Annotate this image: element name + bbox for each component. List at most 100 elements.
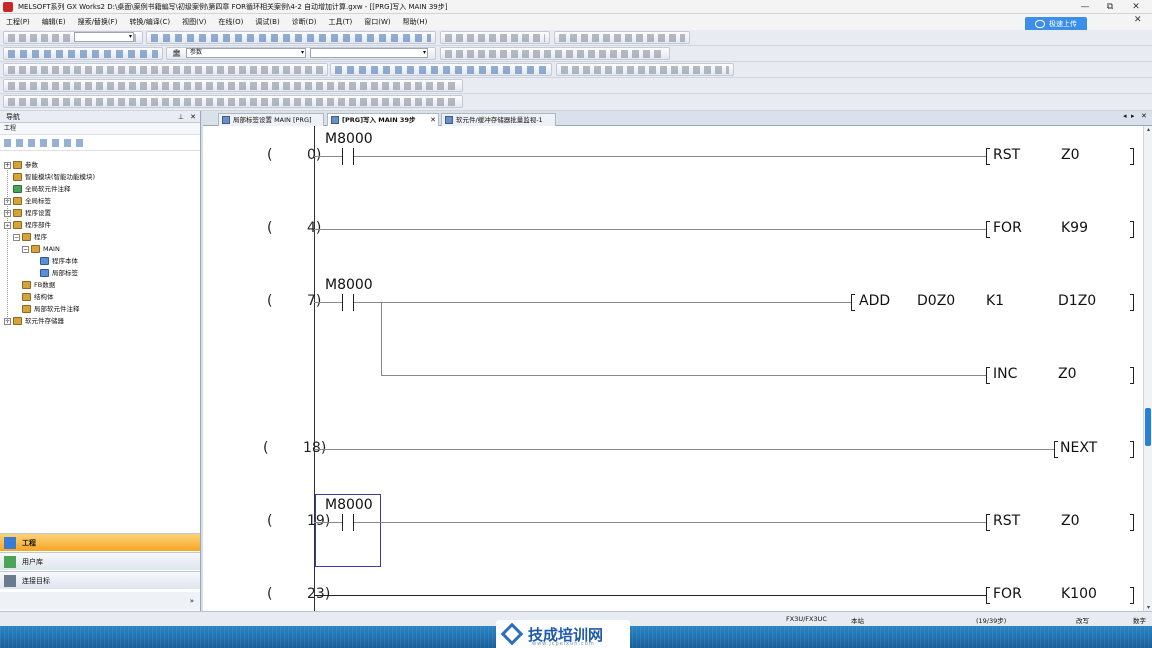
menu-close-icon[interactable]: ✕ — [1134, 15, 1142, 25]
tree-item-label: 程序本体 — [52, 257, 78, 265]
tree-item[interactable]: 结构体 — [13, 291, 54, 303]
step-number: (4) — [267, 220, 322, 236]
folder-icon — [22, 281, 31, 289]
tab-device-batch-monitor[interactable]: 软元件/缓冲存储器批量监视-1 — [441, 113, 556, 126]
folder-icon — [31, 245, 40, 253]
tree-expander-icon[interactable]: − — [13, 233, 20, 241]
tree-item[interactable]: − MAIN — [22, 243, 60, 255]
contact-device-label[interactable]: M8000 — [325, 497, 373, 513]
no-contact[interactable] — [342, 148, 354, 165]
instruction-operand[interactable]: K99 — [1061, 220, 1088, 236]
tree-item[interactable]: + 程序设置 — [4, 207, 51, 219]
menu-help[interactable]: 帮助(H) — [403, 17, 428, 27]
instruction-mnemonic[interactable]: RST — [993, 147, 1020, 163]
toolbar-ladder-symbols[interactable] — [440, 31, 550, 44]
menu-edit[interactable]: 编辑(E) — [42, 17, 66, 27]
toolbar-view[interactable] — [3, 47, 163, 60]
toolbar-sfc[interactable] — [3, 79, 463, 92]
toolbar-monitor[interactable] — [330, 63, 552, 76]
menu-find-replace[interactable]: 搜索/替换(F) — [78, 17, 118, 27]
toolbar-edit[interactable] — [146, 31, 436, 44]
tree-item[interactable]: − 程序 — [13, 231, 47, 243]
tree-item[interactable]: 局部标签 — [31, 267, 78, 279]
instruction-operand[interactable]: K100 — [1061, 586, 1097, 602]
tab-local-label-main[interactable]: 局部标签设置 MAIN [PRG] — [218, 113, 324, 126]
tree-item[interactable]: 智能模块(智能功能模块) — [4, 171, 95, 183]
nav-tab-project[interactable]: 工程 — [0, 533, 200, 551]
menu-tool[interactable]: 工具(T) — [329, 17, 353, 27]
program-icon — [331, 116, 339, 124]
instruction-operand[interactable]: D0Z0 — [917, 293, 955, 309]
toolbar-row-2: 参数 ▾ 🏛 ▾ — [0, 46, 1152, 62]
instruction-mnemonic[interactable]: FOR — [993, 220, 1022, 236]
toolbar-select-3[interactable]: ▾ — [310, 48, 428, 58]
menu-debug[interactable]: 调试(B) — [255, 17, 279, 27]
menu-view[interactable]: 视图(V) — [182, 17, 206, 27]
toolbar-select-1[interactable]: ▾ — [74, 32, 134, 42]
toolbar-instructions[interactable] — [440, 47, 670, 60]
menu-diagnostics[interactable]: 诊断(D) — [292, 17, 317, 27]
tree-item-label: MAIN — [43, 245, 60, 253]
vertical-scrollbar[interactable]: ▴ ▾ — [1143, 126, 1152, 611]
tab-prg-write-main[interactable]: [PRG]写入 MAIN 39步 ✕ — [327, 113, 439, 126]
toolbar-st[interactable] — [3, 95, 463, 108]
minimize-button[interactable]: — — [1072, 0, 1098, 14]
instruction-operand[interactable]: K1 — [986, 293, 1004, 309]
chevron-down-icon: ▾ — [128, 33, 132, 40]
no-contact[interactable] — [342, 514, 354, 531]
instruction-operand[interactable]: Z0 — [1058, 366, 1077, 382]
nav-tab-user-library[interactable]: 用户库 — [0, 552, 200, 570]
tree-expander-icon[interactable]: − — [22, 245, 29, 253]
tree-item-label: 局部标签 — [52, 269, 78, 277]
pin-icon[interactable]: ⊥ — [178, 111, 184, 123]
tree-item[interactable]: 全局软元件注释 — [4, 183, 71, 195]
contact-device-label[interactable]: M8000 — [325, 277, 373, 293]
step-number-value: 23 — [307, 586, 325, 602]
folder-icon — [13, 161, 22, 169]
instruction-operand[interactable]: Z0 — [1061, 513, 1080, 529]
menu-window[interactable]: 窗口(W) — [364, 17, 390, 27]
close-button[interactable]: ✕ — [1123, 0, 1149, 14]
instruction-mnemonic[interactable]: FOR — [993, 586, 1022, 602]
ladder-editor[interactable]: (0) M8000 RST Z0(4) FOR K99(7) M8000 ADD D0Z0 K1 D… — [203, 126, 1143, 611]
maximize-button[interactable]: ⧉ — [1097, 0, 1123, 14]
instruction-operand[interactable]: Z0 — [1061, 147, 1080, 163]
instruction-mnemonic[interactable]: NEXT — [1060, 440, 1097, 456]
rung-line — [314, 449, 1054, 450]
tab-scroll-right-icon[interactable]: ▸ — [1131, 112, 1135, 120]
cloud-upload-button[interactable]: 极速上传 — [1025, 17, 1087, 31]
menu-convert-compile[interactable]: 转换/编译(C) — [129, 17, 170, 27]
navigation-toolbar[interactable] — [0, 135, 200, 151]
toolbar-ladder-edit[interactable] — [3, 63, 328, 76]
menu-project[interactable]: 工程(P) — [6, 17, 30, 27]
tree-guide-line — [7, 165, 8, 321]
nav-more-button[interactable]: » — [0, 592, 200, 610]
tree-item[interactable]: + 参数 — [4, 159, 38, 171]
tree-item[interactable]: 程序本体 — [31, 255, 78, 267]
scroll-up-icon[interactable]: ▴ — [1144, 126, 1152, 133]
tree-item[interactable]: FB数据 — [13, 279, 55, 291]
contact-device-label[interactable]: M8000 — [325, 131, 373, 147]
tree-item[interactable]: + 全局标签 — [4, 195, 51, 207]
close-icon[interactable]: ✕ — [190, 111, 196, 123]
nav-tab-connection[interactable]: 连接目标 — [0, 571, 200, 589]
tab-close-all-icon[interactable]: ✕ — [1141, 112, 1147, 120]
instruction-operand[interactable]: D1Z0 — [1058, 293, 1096, 309]
tree-item[interactable]: − 程序部件 — [4, 219, 51, 231]
scroll-down-icon[interactable]: ▾ — [1144, 604, 1152, 611]
toolbar-select-parameter[interactable]: 参数 ▾ — [186, 48, 306, 58]
tab-close-icon[interactable]: ✕ — [430, 114, 436, 126]
instruction-mnemonic[interactable]: RST — [993, 513, 1020, 529]
menu-bar: 工程(P) 编辑(E) 搜索/替换(F) 转换/编译(C) 视图(V) 在线(O… — [0, 14, 1152, 30]
tree-item[interactable]: 局部软元件注释 — [13, 303, 80, 315]
instruction-mnemonic[interactable]: INC — [993, 366, 1017, 382]
tab-scroll-left-icon[interactable]: ◂ — [1123, 112, 1127, 120]
tree-item[interactable]: + 软元件存储器 — [4, 315, 64, 327]
toolbar-zoom[interactable] — [556, 63, 734, 76]
menu-online[interactable]: 在线(O) — [218, 17, 243, 27]
instruction-mnemonic[interactable]: ADD — [859, 293, 890, 309]
no-contact[interactable] — [342, 294, 354, 311]
scrollbar-thumb[interactable] — [1145, 408, 1151, 446]
instruction-bracket-right — [1130, 514, 1134, 531]
toolbar-online[interactable] — [554, 31, 690, 44]
